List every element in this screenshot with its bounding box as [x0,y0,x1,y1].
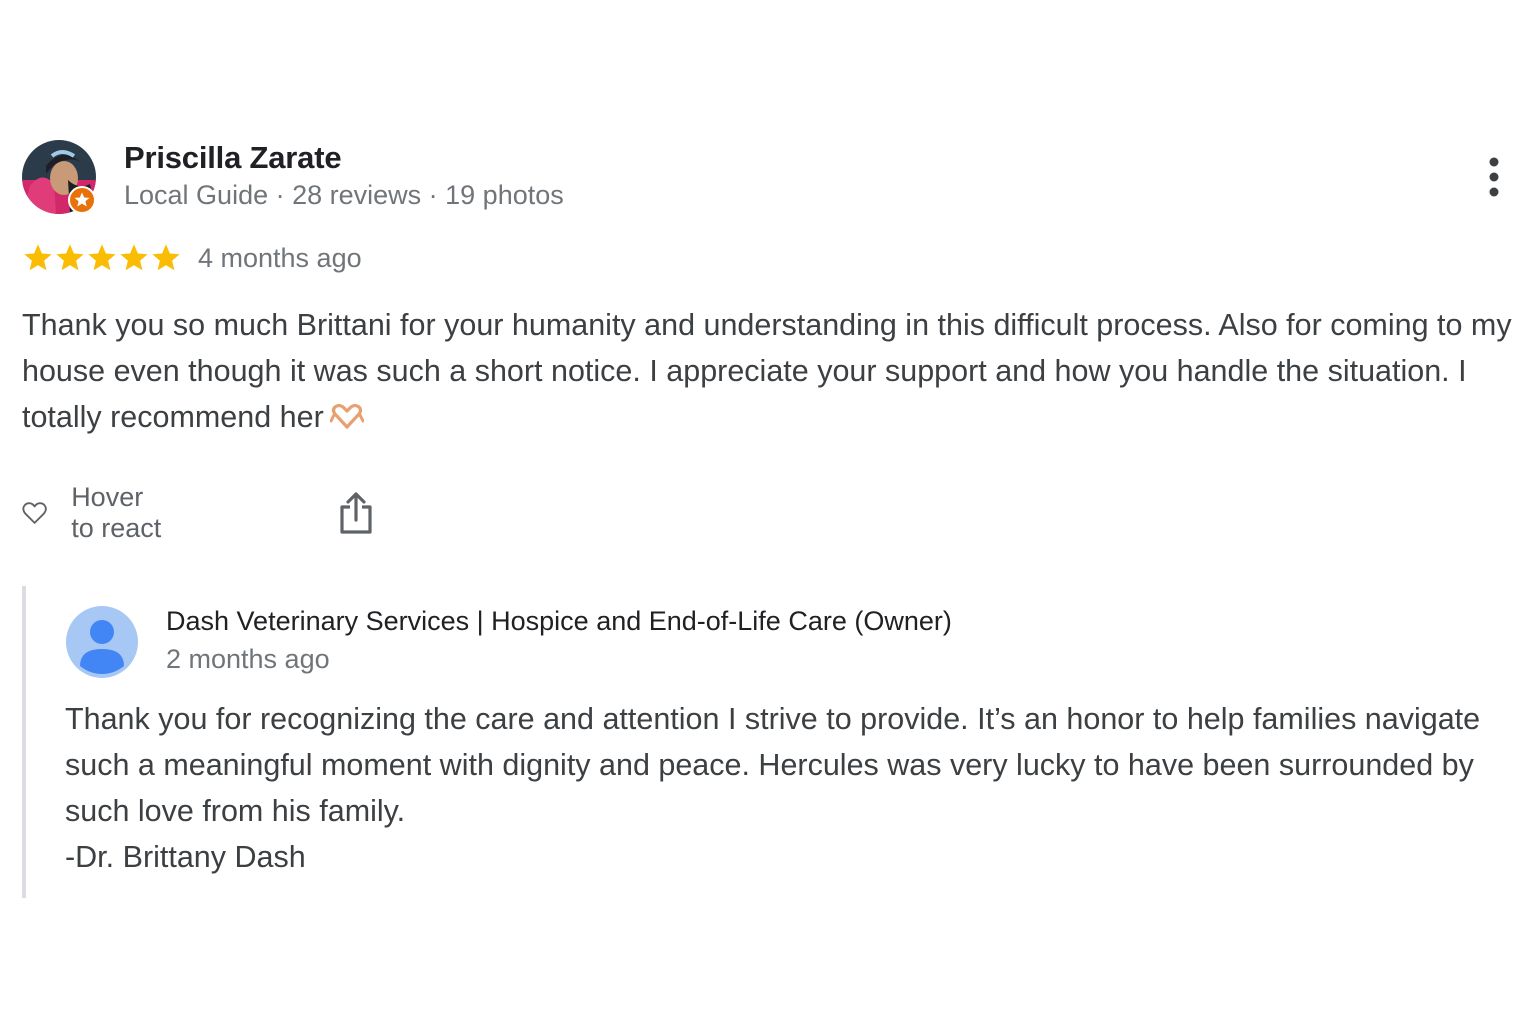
reviewer-header: Priscilla Zarate Local Guide · 28 review… [22,138,1522,218]
more-vert-icon [1489,157,1499,197]
owner-name: Dash Veterinary Services | Hospice and E… [166,606,952,636]
star-icon [88,244,116,271]
share-icon [340,492,372,534]
review-text-body: Thank you so much Brittani for your huma… [22,308,1512,434]
owner-reply-text: Thank you for recognizing the care and a… [65,696,1505,880]
reviewer-name[interactable]: Priscilla Zarate [124,140,342,176]
owner-reply: Dash Veterinary Services | Hospice and E… [22,586,1506,898]
owner-reply-signature: -Dr. Brittany Dash [65,840,306,874]
react-label: Hover to react [71,482,162,543]
star-icon [120,244,148,271]
review-date: 4 months ago [198,242,362,273]
star-icon [56,244,84,271]
review-card: Priscilla Zarate Local Guide · 28 review… [22,138,1522,543]
react-button[interactable]: Hover to react [22,482,164,543]
rating-row: 4 months ago [22,240,362,276]
more-options-button[interactable] [1478,154,1510,200]
share-button[interactable] [338,490,374,536]
owner-avatar-icon [66,606,138,678]
heart-hands-emoji-icon [329,403,364,429]
star-icon [152,244,180,271]
owner-reply-paragraph: Thank you for recognizing the care and a… [65,702,1481,828]
owner-reply-date: 2 months ago [166,644,330,674]
local-guide-badge-icon [68,186,96,214]
star-icon [24,244,52,271]
reviewer-meta[interactable]: Local Guide · 28 reviews · 19 photos [124,180,564,211]
star-rating [22,242,182,274]
heart-outline-icon [22,502,47,524]
review-text: Thank you so much Brittani for your huma… [22,302,1527,440]
